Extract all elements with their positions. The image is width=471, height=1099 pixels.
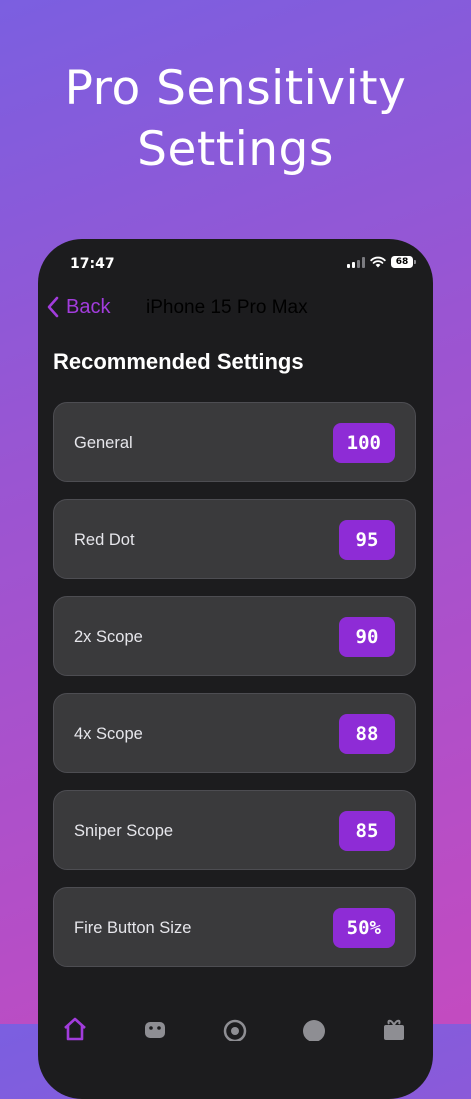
- setting-value-badge: 85: [339, 811, 395, 851]
- promo-title: Pro Sensitivity Settings: [0, 58, 471, 180]
- target-icon[interactable]: [222, 1015, 248, 1041]
- wifi-icon: [370, 256, 386, 268]
- status-icons: 68: [347, 256, 416, 268]
- navigation-bar: Back iPhone 15 Pro Max: [38, 291, 433, 331]
- status-bar: 17:47 68: [38, 239, 433, 289]
- promo-title-line-1: Pro Sensitivity: [64, 61, 407, 116]
- battery-icon: 68: [391, 256, 416, 268]
- setting-value-badge: 95: [339, 520, 395, 560]
- setting-value-badge: 90: [339, 617, 395, 657]
- tab-bar: [38, 1009, 433, 1069]
- setting-label: Fire Button Size: [74, 919, 192, 937]
- setting-label: Sniper Scope: [74, 822, 174, 840]
- gift-icon[interactable]: [381, 1015, 407, 1041]
- cellular-signal-icon: [347, 256, 365, 268]
- setting-row-fire-button-size[interactable]: Fire Button Size 50%: [53, 887, 416, 967]
- setting-value-badge: 50%: [332, 908, 395, 948]
- phone-frame: 17:47 68 Back iPhone 15 Pro Max Recommen…: [38, 239, 433, 1099]
- back-button-label: Back: [66, 295, 111, 318]
- back-button[interactable]: Back: [46, 295, 110, 319]
- info-icon[interactable]: [301, 1015, 327, 1041]
- setting-row-2x-scope[interactable]: 2x Scope 90: [53, 596, 416, 676]
- nav-title: iPhone 15 Pro Max: [146, 297, 308, 318]
- chevron-left-icon: [47, 296, 59, 318]
- setting-label: 4x Scope: [74, 725, 143, 743]
- home-icon[interactable]: [62, 1015, 88, 1041]
- settings-list: General 100 Red Dot 95 2x Scope 90 4x Sc…: [53, 402, 418, 984]
- setting-label: Red Dot: [74, 531, 135, 549]
- section-title: Recommended Settings: [53, 349, 304, 374]
- gamepad-icon[interactable]: [142, 1015, 168, 1041]
- setting-label: General: [74, 434, 133, 452]
- setting-row-general[interactable]: General 100: [53, 402, 416, 482]
- setting-row-red-dot[interactable]: Red Dot 95: [53, 499, 416, 579]
- setting-row-4x-scope[interactable]: 4x Scope 88: [53, 693, 416, 773]
- setting-value-badge: 88: [339, 714, 395, 754]
- promo-title-line-2: Settings: [137, 122, 334, 177]
- status-time: 17:47: [70, 256, 115, 272]
- setting-row-sniper-scope[interactable]: Sniper Scope 85: [53, 790, 416, 870]
- setting-label: 2x Scope: [74, 628, 143, 646]
- setting-value-badge: 100: [332, 423, 395, 463]
- battery-level: 68: [395, 257, 409, 267]
